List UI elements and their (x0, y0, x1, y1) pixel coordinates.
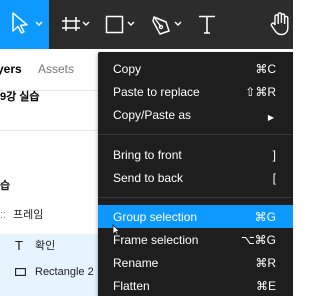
rectangle-icon (105, 15, 135, 34)
menu-item-label: Frame selection (113, 233, 199, 247)
hand-icon (270, 12, 289, 36)
context-menu: Copy ⌘C Paste to replace ⇧⌘R Copy/Paste … (98, 52, 293, 296)
menu-item-label: Flatten (113, 279, 150, 293)
menu-item-copy[interactable]: Copy ⌘C (98, 57, 293, 80)
mouse-pointer-icon (112, 224, 120, 236)
menu-item-flatten[interactable]: Flatten ⌘E (98, 274, 293, 296)
menu-item-shortcut: ⇧⌘R (245, 85, 276, 99)
rectangle-layer-icon (15, 245, 26, 253)
menu-item-send-to-back[interactable]: Send to back [ (98, 166, 293, 189)
menu-item-label: Bring to front (113, 148, 182, 162)
menu-separator (98, 134, 293, 135)
toolbar (0, 0, 293, 49)
pen-icon (152, 16, 182, 35)
menu-item-frame-selection[interactable]: Frame selection ⌥⌘G (98, 228, 293, 251)
move-cursor-icon (12, 12, 43, 34)
layer-rectangle-label[interactable]: Rectangle 2 (35, 266, 94, 279)
submenu-arrow-icon: ▶ (267, 113, 274, 122)
menu-item-paste-to-replace[interactable]: Paste to replace ⇧⌘R (98, 80, 293, 103)
menu-item-shortcut: ⌘C (255, 62, 276, 76)
menu-item-label: Group selection (113, 210, 198, 224)
tab-assets[interactable]: Assets (38, 62, 74, 76)
menu-item-label: Copy (113, 62, 142, 76)
frame-hash-icon (62, 17, 90, 31)
text-icon (199, 15, 215, 34)
menu-item-label: Paste to replace (113, 85, 200, 99)
tab-layers[interactable]: yers (0, 62, 22, 76)
menu-item-group-selection[interactable]: Group selection ⌘G (98, 205, 293, 228)
menu-item-bring-to-front[interactable]: Bring to front ] (98, 143, 293, 166)
layer-frame-prefix: :: (0, 209, 7, 221)
shape-tool-button[interactable] (101, 0, 141, 49)
rectangle-layer-icon (15, 268, 26, 276)
menu-item-label: Rename (113, 256, 159, 270)
text-tool-button[interactable] (193, 0, 221, 49)
menu-item-copy-paste-as[interactable]: Copy/Paste as ▶ (98, 103, 293, 126)
menu-item-rename[interactable]: Rename ⌘R (98, 251, 293, 274)
page-name[interactable]: 9강 실습 (0, 88, 40, 104)
pen-tool-button[interactable] (145, 0, 189, 49)
move-tool-button[interactable] (0, 0, 49, 49)
menu-item-shortcut: ⌘E (255, 279, 276, 293)
menu-item-shortcut: ] (272, 148, 276, 162)
menu-item-shortcut: ⌥⌘G (240, 233, 276, 247)
layer-frame[interactable]: 프레임 (13, 209, 43, 222)
frame-tool-button[interactable] (57, 0, 97, 49)
menu-item-shortcut: ⌘R (255, 256, 276, 270)
layer-section-label[interactable]: 습 (0, 180, 10, 193)
layer-text-label[interactable]: 확인 (35, 240, 55, 253)
hand-tool-button[interactable] (267, 0, 293, 49)
menu-item-shortcut: [ (272, 171, 276, 185)
menu-item-label: Copy/Paste as (113, 108, 192, 122)
menu-separator (98, 197, 293, 198)
menu-item-label: Send to back (113, 171, 184, 185)
menu-item-shortcut: ⌘G (254, 210, 276, 224)
